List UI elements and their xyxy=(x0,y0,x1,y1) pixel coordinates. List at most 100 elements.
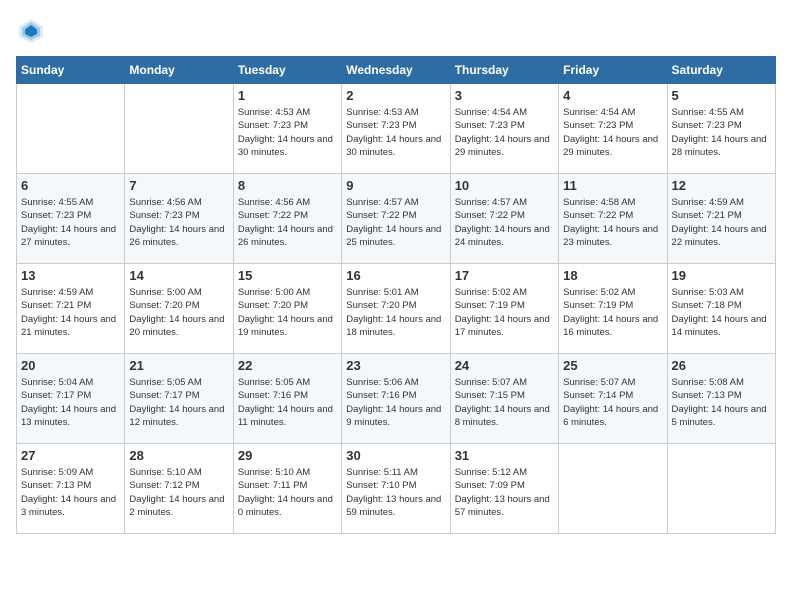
day-number: 20 xyxy=(21,358,120,373)
calendar-header-sunday: Sunday xyxy=(17,57,125,84)
day-number: 25 xyxy=(563,358,662,373)
calendar-header-tuesday: Tuesday xyxy=(233,57,341,84)
calendar-cell xyxy=(125,84,233,174)
calendar-cell: 13 Sunrise: 4:59 AM Sunset: 7:21 PM Dayli… xyxy=(17,264,125,354)
calendar-cell: 19 Sunrise: 5:03 AM Sunset: 7:18 PM Dayli… xyxy=(667,264,775,354)
calendar-cell: 23 Sunrise: 5:06 AM Sunset: 7:16 PM Dayli… xyxy=(342,354,450,444)
calendar-header-friday: Friday xyxy=(559,57,667,84)
day-number: 7 xyxy=(129,178,228,193)
day-info: Sunrise: 4:55 AM Sunset: 7:23 PM Dayligh… xyxy=(21,196,120,249)
calendar-cell: 7 Sunrise: 4:56 AM Sunset: 7:23 PM Daylig… xyxy=(125,174,233,264)
day-number: 3 xyxy=(455,88,554,103)
day-info: Sunrise: 4:54 AM Sunset: 7:23 PM Dayligh… xyxy=(563,106,662,159)
day-info: Sunrise: 5:00 AM Sunset: 7:20 PM Dayligh… xyxy=(129,286,228,339)
calendar-week-row: 27 Sunrise: 5:09 AM Sunset: 7:13 PM Dayli… xyxy=(17,444,776,534)
day-number: 11 xyxy=(563,178,662,193)
calendar-cell: 31 Sunrise: 5:12 AM Sunset: 7:09 PM Dayli… xyxy=(450,444,558,534)
calendar-cell: 2 Sunrise: 4:53 AM Sunset: 7:23 PM Daylig… xyxy=(342,84,450,174)
logo xyxy=(16,16,48,46)
day-number: 27 xyxy=(21,448,120,463)
day-number: 6 xyxy=(21,178,120,193)
calendar-cell: 12 Sunrise: 4:59 AM Sunset: 7:21 PM Dayli… xyxy=(667,174,775,264)
day-number: 1 xyxy=(238,88,337,103)
day-number: 29 xyxy=(238,448,337,463)
day-info: Sunrise: 4:54 AM Sunset: 7:23 PM Dayligh… xyxy=(455,106,554,159)
day-info: Sunrise: 5:07 AM Sunset: 7:15 PM Dayligh… xyxy=(455,376,554,429)
calendar-week-row: 13 Sunrise: 4:59 AM Sunset: 7:21 PM Dayli… xyxy=(17,264,776,354)
day-number: 16 xyxy=(346,268,445,283)
calendar-cell: 9Sunrise: 4:57 AM Sunset: 7:22 PM Daylig… xyxy=(342,174,450,264)
day-info: Sunrise: 4:57 AM Sunset: 7:22 PM Dayligh… xyxy=(346,196,445,249)
day-info: Sunrise: 5:00 AM Sunset: 7:20 PM Dayligh… xyxy=(238,286,337,339)
calendar-cell: 8 Sunrise: 4:56 AM Sunset: 7:22 PM Daylig… xyxy=(233,174,341,264)
day-number: 18 xyxy=(563,268,662,283)
calendar-cell: 26 Sunrise: 5:08 AM Sunset: 7:13 PM Dayli… xyxy=(667,354,775,444)
calendar-cell: 11 Sunrise: 4:58 AM Sunset: 7:22 PM Dayli… xyxy=(559,174,667,264)
day-number: 13 xyxy=(21,268,120,283)
day-info: Sunrise: 4:56 AM Sunset: 7:22 PM Dayligh… xyxy=(238,196,337,249)
day-info: Sunrise: 5:10 AM Sunset: 7:11 PM Dayligh… xyxy=(238,466,337,519)
day-number: 23 xyxy=(346,358,445,373)
day-number: 14 xyxy=(129,268,228,283)
day-number: 28 xyxy=(129,448,228,463)
day-info: Sunrise: 5:04 AM Sunset: 7:17 PM Dayligh… xyxy=(21,376,120,429)
day-info: Sunrise: 5:08 AM Sunset: 7:13 PM Dayligh… xyxy=(672,376,771,429)
calendar-cell: 20 Sunrise: 5:04 AM Sunset: 7:17 PM Dayli… xyxy=(17,354,125,444)
calendar-cell: 29 Sunrise: 5:10 AM Sunset: 7:11 PM Dayli… xyxy=(233,444,341,534)
day-info: Sunrise: 5:09 AM Sunset: 7:13 PM Dayligh… xyxy=(21,466,120,519)
day-number: 22 xyxy=(238,358,337,373)
day-number: 12 xyxy=(672,178,771,193)
calendar-week-row: 1 Sunrise: 4:53 AM Sunset: 7:23 PM Daylig… xyxy=(17,84,776,174)
day-info: Sunrise: 4:53 AM Sunset: 7:23 PM Dayligh… xyxy=(346,106,445,159)
day-number: 21 xyxy=(129,358,228,373)
day-info: Sunrise: 5:11 AM Sunset: 7:10 PM Dayligh… xyxy=(346,466,445,519)
day-number: 19 xyxy=(672,268,771,283)
day-number: 5 xyxy=(672,88,771,103)
day-number: 2 xyxy=(346,88,445,103)
day-info: Sunrise: 5:06 AM Sunset: 7:16 PM Dayligh… xyxy=(346,376,445,429)
calendar-cell: 5 Sunrise: 4:55 AM Sunset: 7:23 PM Daylig… xyxy=(667,84,775,174)
calendar-week-row: 6 Sunrise: 4:55 AM Sunset: 7:23 PM Daylig… xyxy=(17,174,776,264)
calendar-cell: 10 Sunrise: 4:57 AM Sunset: 7:22 PM Dayli… xyxy=(450,174,558,264)
calendar-cell: 14 Sunrise: 5:00 AM Sunset: 7:20 PM Dayli… xyxy=(125,264,233,354)
day-info: Sunrise: 4:59 AM Sunset: 7:21 PM Dayligh… xyxy=(672,196,771,249)
calendar-cell: 24 Sunrise: 5:07 AM Sunset: 7:15 PM Dayli… xyxy=(450,354,558,444)
calendar-header-saturday: Saturday xyxy=(667,57,775,84)
day-info: Sunrise: 4:59 AM Sunset: 7:21 PM Dayligh… xyxy=(21,286,120,339)
calendar-week-row: 20 Sunrise: 5:04 AM Sunset: 7:17 PM Dayli… xyxy=(17,354,776,444)
calendar-cell: 4 Sunrise: 4:54 AM Sunset: 7:23 PM Daylig… xyxy=(559,84,667,174)
calendar-cell xyxy=(559,444,667,534)
day-info: Sunrise: 5:12 AM Sunset: 7:09 PM Dayligh… xyxy=(455,466,554,519)
calendar-cell: 21 Sunrise: 5:05 AM Sunset: 7:17 PM Dayli… xyxy=(125,354,233,444)
day-info: Sunrise: 4:56 AM Sunset: 7:23 PM Dayligh… xyxy=(129,196,228,249)
calendar-cell xyxy=(17,84,125,174)
day-number: 8 xyxy=(238,178,337,193)
day-info: Sunrise: 5:10 AM Sunset: 7:12 PM Dayligh… xyxy=(129,466,228,519)
page-header xyxy=(16,16,776,46)
day-number: 26 xyxy=(672,358,771,373)
logo-icon xyxy=(16,16,46,46)
day-info: Sunrise: 5:03 AM Sunset: 7:18 PM Dayligh… xyxy=(672,286,771,339)
day-info: Sunrise: 5:01 AM Sunset: 7:20 PM Dayligh… xyxy=(346,286,445,339)
day-info: Sunrise: 4:58 AM Sunset: 7:22 PM Dayligh… xyxy=(563,196,662,249)
day-info: Sunrise: 5:05 AM Sunset: 7:17 PM Dayligh… xyxy=(129,376,228,429)
day-number: 17 xyxy=(455,268,554,283)
calendar-cell: 30 Sunrise: 5:11 AM Sunset: 7:10 PM Dayli… xyxy=(342,444,450,534)
day-number: 31 xyxy=(455,448,554,463)
day-info: Sunrise: 5:07 AM Sunset: 7:14 PM Dayligh… xyxy=(563,376,662,429)
calendar-cell: 28 Sunrise: 5:10 AM Sunset: 7:12 PM Dayli… xyxy=(125,444,233,534)
day-number: 4 xyxy=(563,88,662,103)
day-number: 10 xyxy=(455,178,554,193)
calendar-header-wednesday: Wednesday xyxy=(342,57,450,84)
calendar-header-monday: Monday xyxy=(125,57,233,84)
calendar-cell: 25 Sunrise: 5:07 AM Sunset: 7:14 PM Dayli… xyxy=(559,354,667,444)
calendar-header-thursday: Thursday xyxy=(450,57,558,84)
day-info: Sunrise: 4:55 AM Sunset: 7:23 PM Dayligh… xyxy=(672,106,771,159)
calendar-cell: 27 Sunrise: 5:09 AM Sunset: 7:13 PM Dayli… xyxy=(17,444,125,534)
day-number: 24 xyxy=(455,358,554,373)
day-number: 30 xyxy=(346,448,445,463)
calendar-cell: 18Sunrise: 5:02 AM Sunset: 7:19 PM Dayli… xyxy=(559,264,667,354)
day-info: Sunrise: 4:57 AM Sunset: 7:22 PM Dayligh… xyxy=(455,196,554,249)
day-info: Sunrise: 5:05 AM Sunset: 7:16 PM Dayligh… xyxy=(238,376,337,429)
calendar-header-row: SundayMondayTuesdayWednesdayThursdayFrid… xyxy=(17,57,776,84)
